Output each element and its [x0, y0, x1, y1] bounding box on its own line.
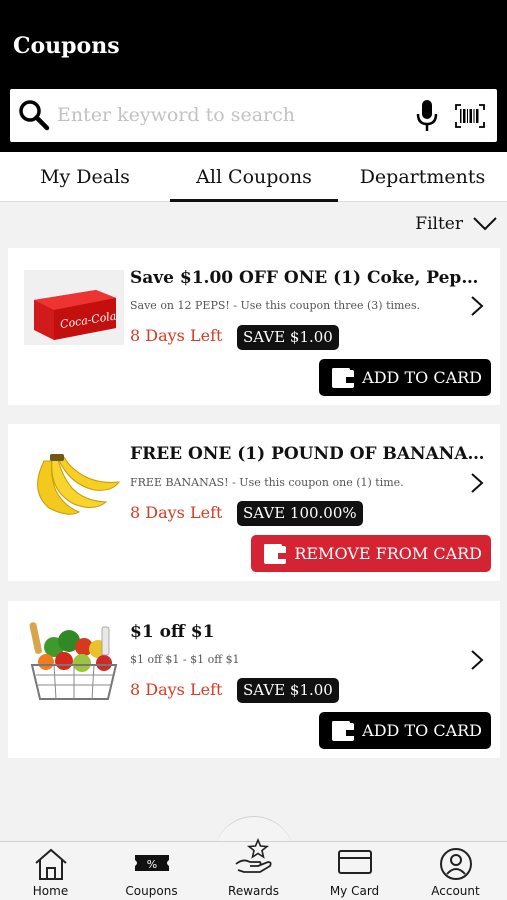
nav-account[interactable]: Account — [405, 842, 506, 900]
chevron-down-icon — [473, 217, 497, 231]
coupon-ticket-icon: % — [134, 855, 169, 871]
coupon-description: $1 off $1 - $1 off $1 — [130, 653, 240, 666]
wallet-icon — [264, 543, 287, 564]
button-label: ADD TO CARD — [362, 368, 482, 387]
rewards-hand-star-icon — [234, 838, 272, 873]
page-title: Coupons — [13, 33, 120, 59]
add-to-card-button[interactable]: ADD TO CARD — [319, 712, 491, 749]
nav-rewards-label: Rewards — [228, 884, 279, 898]
coupon-description: FREE BANANAS! - Use this coupon one (1) … — [130, 476, 404, 489]
days-left-label: 8 Days Left — [130, 680, 223, 699]
tab-departments[interactable]: Departments — [338, 152, 507, 202]
coupon-title: $1 off $1 — [130, 622, 215, 642]
coupon-card[interactable]: Coca-Cola Save $1.00 OFF ONE (1) Coke, P… — [8, 248, 500, 405]
svg-text:%: % — [146, 858, 156, 871]
remove-from-card-button[interactable]: REMOVE FROM CARD — [251, 535, 491, 572]
filter-label: Filter — [415, 214, 463, 234]
bottom-navigation: Home % Coupons Rewards My Card Account — [0, 838, 507, 900]
tab-my-deals[interactable]: My Deals — [0, 152, 170, 202]
coupon-card[interactable]: $1 off $1 $1 off $1 - $1 off $1 8 Days L… — [8, 601, 500, 758]
nav-my-card-label: My Card — [329, 884, 380, 898]
coupon-title: FREE ONE (1) POUND OF BANANAS (US... — [130, 444, 485, 464]
grocery-basket-image — [29, 622, 118, 700]
coupon-tabs: My Deals All Coupons Departments — [0, 152, 507, 202]
bananas-image — [37, 454, 121, 515]
wallet-icon — [332, 720, 355, 741]
coupon-card[interactable]: FREE ONE (1) POUND OF BANANAS (US... FRE… — [8, 424, 500, 581]
home-icon — [34, 848, 67, 880]
save-badge: SAVE $1.00 — [237, 325, 339, 350]
button-label: ADD TO CARD — [362, 721, 482, 740]
nav-account-label: Account — [431, 884, 480, 898]
days-left-label: 8 Days Left — [130, 503, 223, 522]
coupon-description: Save on 12 PEPS! - Use this coupon three… — [130, 299, 421, 312]
chevron-right-icon[interactable] — [470, 649, 484, 671]
search-input[interactable] — [57, 97, 397, 133]
save-badge: SAVE $1.00 — [237, 678, 339, 703]
barcode-scanner-icon[interactable] — [455, 104, 485, 128]
chevron-right-icon[interactable] — [470, 295, 484, 317]
nav-my-card[interactable]: My Card — [304, 842, 405, 900]
nav-coupons-label: Coupons — [125, 884, 178, 898]
card-icon — [337, 850, 372, 874]
chevron-right-icon[interactable] — [470, 472, 484, 494]
coca-cola-image: Coca-Cola — [24, 270, 124, 345]
search-icon — [19, 100, 50, 131]
coupon-title: Save $1.00 OFF ONE (1) Coke, Pepsi, or 7… — [130, 268, 485, 288]
microphone-icon[interactable] — [414, 99, 440, 133]
wallet-icon — [332, 367, 355, 388]
tab-all-coupons[interactable]: All Coupons — [170, 152, 338, 202]
nav-rewards[interactable]: Rewards — [203, 838, 304, 900]
filter-button[interactable]: Filter — [415, 211, 497, 237]
save-badge: SAVE 100.00% — [237, 501, 363, 526]
days-left-label: 8 Days Left — [130, 326, 223, 345]
button-label: REMOVE FROM CARD — [294, 544, 482, 563]
search-bar[interactable] — [10, 89, 497, 142]
nav-coupons[interactable]: % Coupons — [101, 842, 202, 900]
account-icon — [439, 848, 472, 880]
app-header: Coupons — [0, 0, 507, 152]
nav-home[interactable]: Home — [0, 842, 101, 900]
add-to-card-button[interactable]: ADD TO CARD — [319, 359, 491, 396]
nav-home-label: Home — [32, 884, 69, 898]
